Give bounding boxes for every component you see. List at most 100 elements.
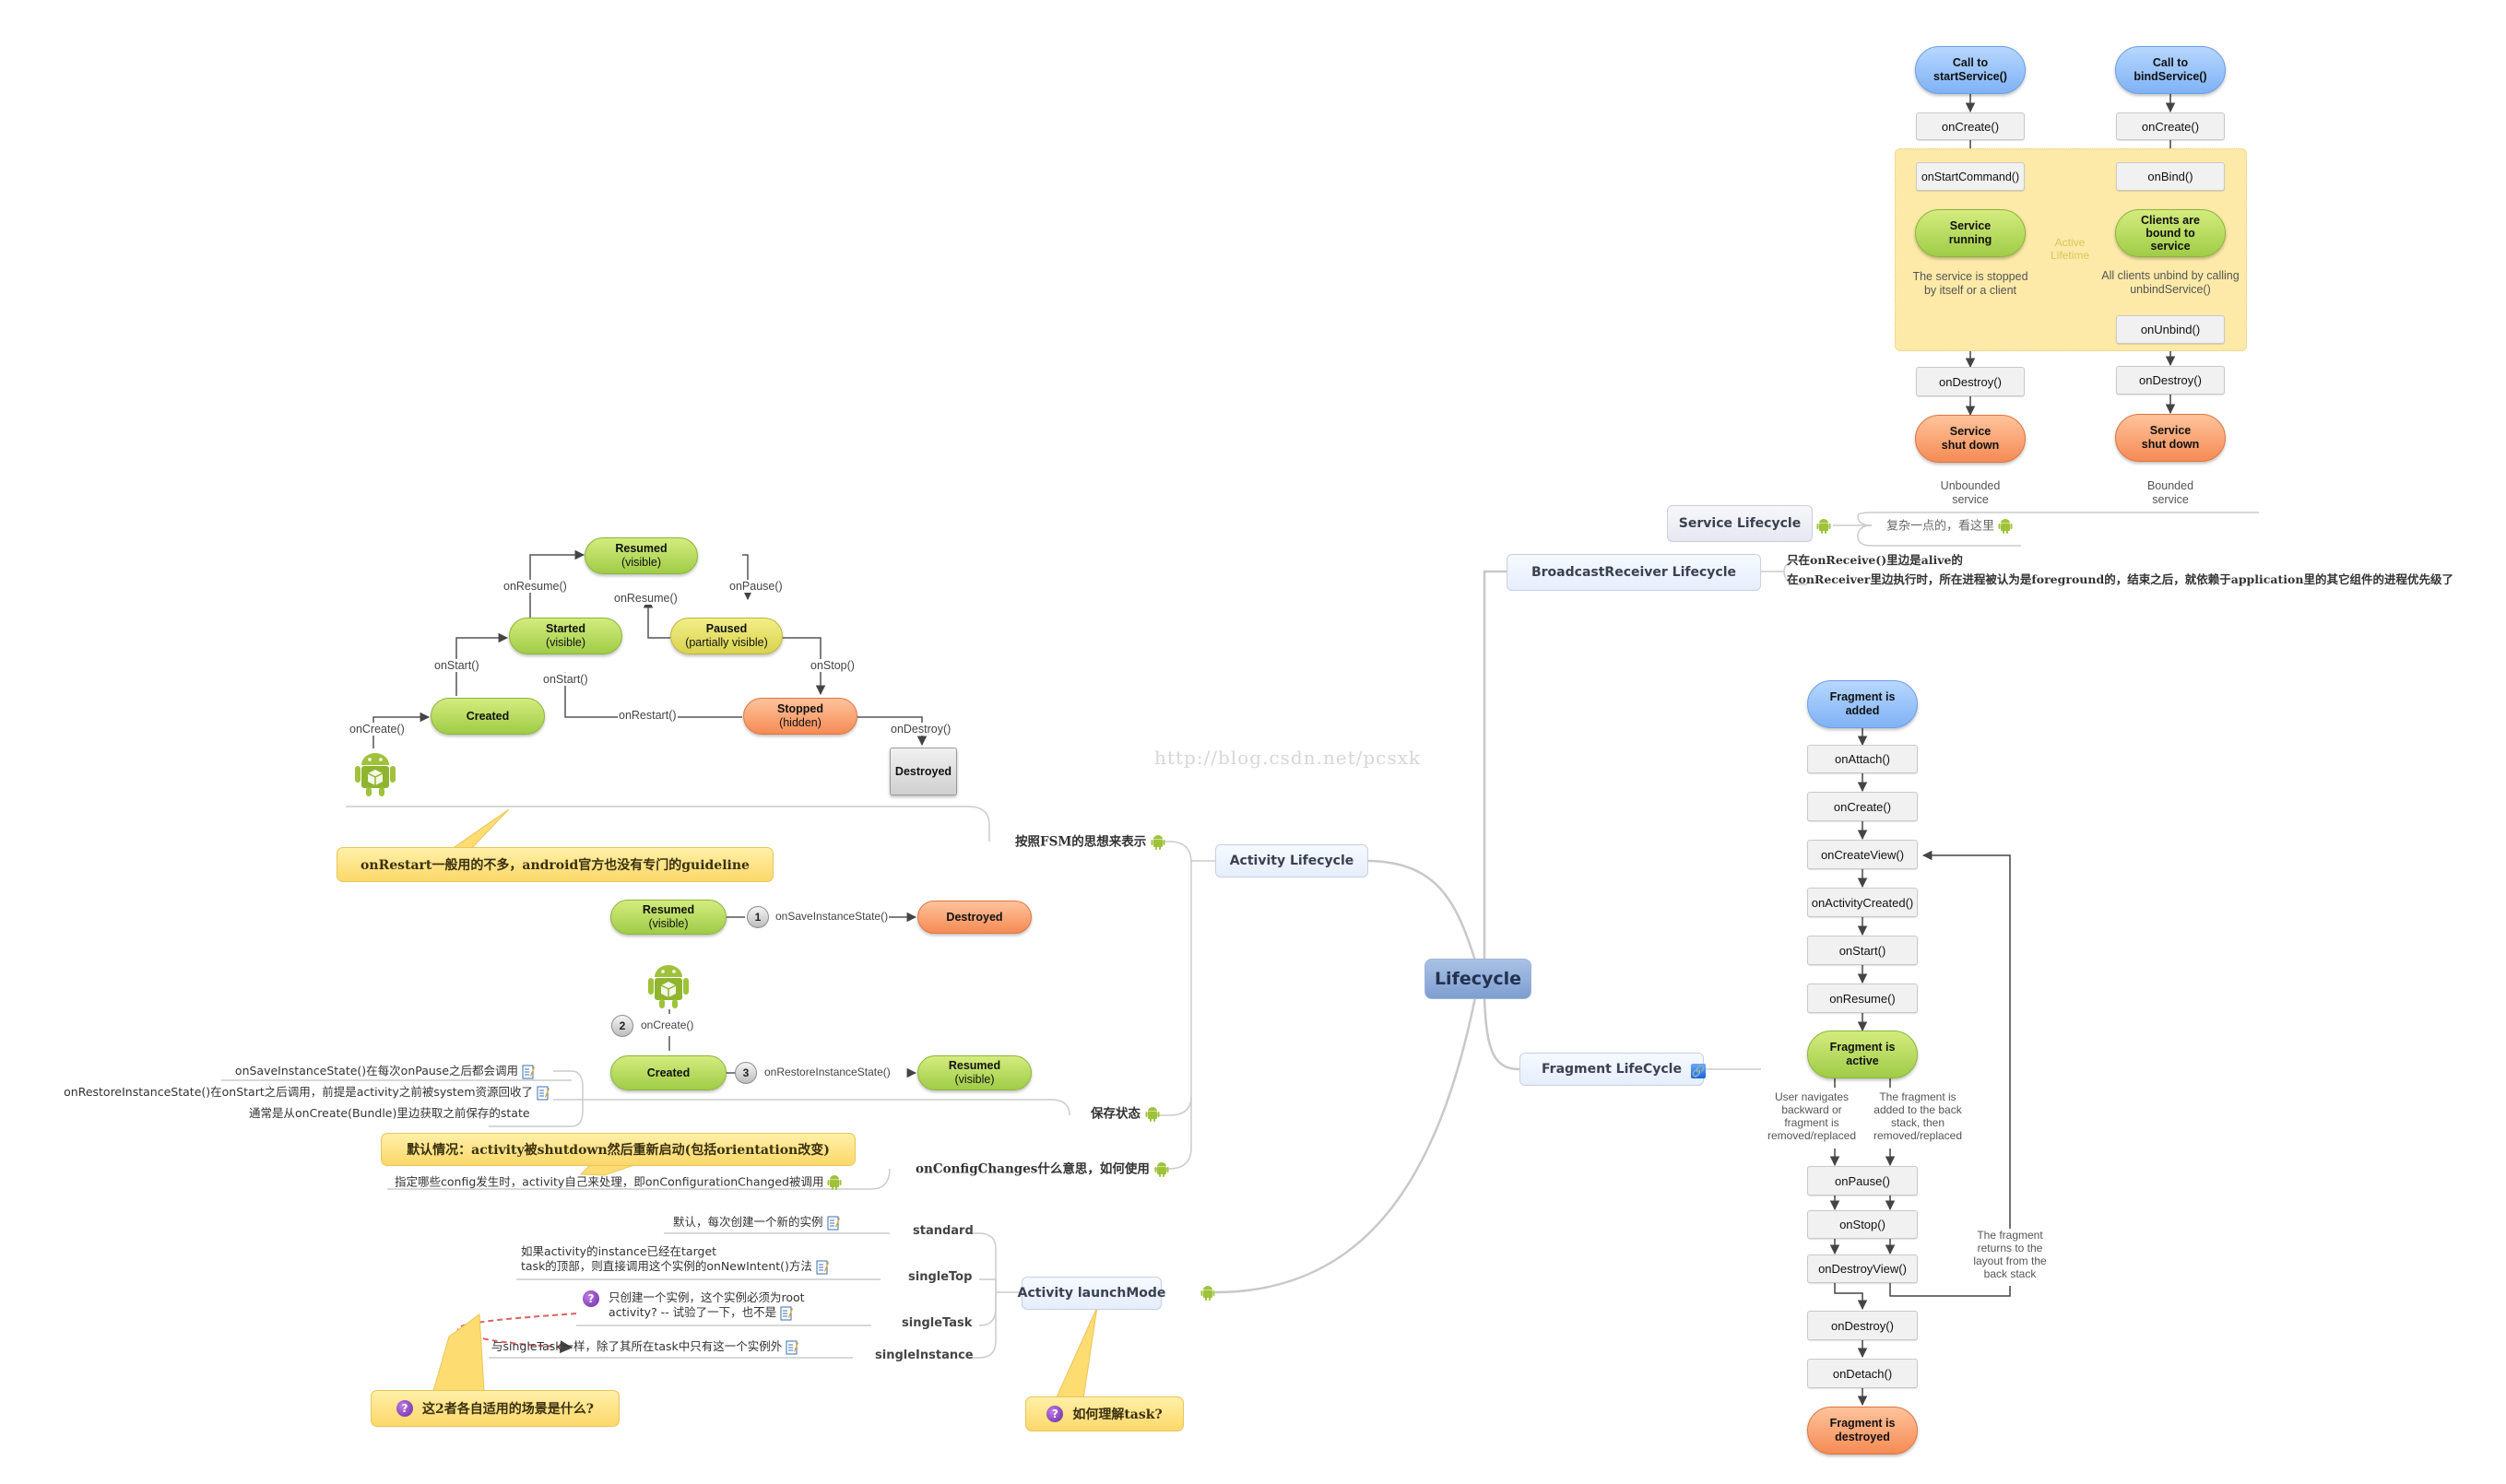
step2-label: onCreate()	[640, 1019, 695, 1031]
android-icon	[1998, 519, 2013, 534]
step1-label: onSaveInstanceState()	[774, 910, 890, 923]
branch-save-state[interactable]: 保存状态	[1091, 1106, 1160, 1123]
state-sub: (visible)	[621, 556, 662, 569]
launchmode-singletask[interactable]: singleTask	[902, 1316, 972, 1330]
note-icon[interactable]	[537, 1085, 550, 1100]
save-note-2-text: onRestoreInstanceState()在onStart之后调用，前提是…	[64, 1085, 534, 1099]
state-title: Resumed	[615, 542, 668, 555]
service-note-text: 复杂一点的，看这里	[1886, 519, 1995, 534]
note-icon[interactable]	[522, 1064, 535, 1078]
fragment-note-backstack: The fragment is added to the back stack,…	[1873, 1090, 1963, 1142]
save-note-1: onSaveInstanceState()在每次onPause之后都会调用	[231, 1064, 535, 1079]
bind-service-node: Call to bindService()	[2115, 46, 2226, 94]
state-title: Paused	[705, 622, 748, 635]
question-icon: ?	[1046, 1406, 1064, 1422]
mindmap-branches	[1214, 570, 1520, 1294]
state-title: Started	[545, 622, 586, 635]
launchmode-singleinstance[interactable]: singleInstance	[875, 1349, 974, 1362]
fragment-step-onpause: onPause()	[1807, 1166, 1918, 1195]
fragment-added-node: Fragment is added	[1807, 680, 1918, 728]
transition-onstop: onStop()	[810, 659, 856, 672]
fragment-destroyed-node: Fragment is destroyed	[1807, 1407, 1918, 1455]
question-icon: ?	[396, 1400, 414, 1417]
branch-fsm[interactable]: 按照FSM的思想来表示	[1015, 834, 1165, 851]
state-sub: (partially visible)	[685, 636, 768, 649]
service-stop-note: The service is stopped by itself or a cl…	[1912, 270, 2028, 297]
service-oncreate-box: onCreate()	[1916, 112, 2025, 140]
save-state-resumed-2: Resumed (visible)	[917, 1055, 1032, 1090]
bound-ondestroy-box: onDestroy()	[2116, 366, 2225, 395]
branch-config-changes[interactable]: onConfigChanges什么意思，如何使用	[916, 1161, 1169, 1178]
standard-note: 默认，每次创建一个新的实例	[673, 1215, 840, 1231]
transition-onrestart: onRestart()	[618, 709, 678, 722]
central-topic-lifecycle[interactable]: Lifecycle	[1424, 959, 1531, 999]
transition-onresume: onResume()	[502, 580, 568, 593]
unbounded-caption: Unbounded service	[1940, 479, 2001, 506]
fragment-step-onstart: onStart()	[1807, 936, 1918, 965]
fragment-return-note: The fragment returns to the layout from …	[1964, 1229, 2056, 1280]
save-note-3: 通常是从onCreate(Bundle)里边获取之前保存的state	[249, 1106, 530, 1120]
save-state-destroyed: Destroyed	[917, 901, 1032, 934]
note-icon[interactable]	[786, 1339, 799, 1354]
topic-fragment-lifecycle[interactable]: Fragment LifeCycle	[1519, 1053, 1704, 1086]
transition-oncreate: onCreate()	[349, 723, 406, 736]
save-state-created: Created	[610, 1055, 727, 1090]
singleinstance-note: 与singleTask一样，除了其所在task中只有这一个实例外	[491, 1339, 799, 1355]
fragment-step-ondestroyview: onDestroyView()	[1807, 1254, 1918, 1283]
state-sub: (visible)	[545, 636, 586, 649]
fragment-step-onstop: onStop()	[1807, 1210, 1918, 1239]
fragment-step-ondetach: onDetach()	[1807, 1359, 1918, 1388]
note-icon[interactable]	[780, 1305, 794, 1320]
transition-onstart-restart: onStart()	[542, 673, 589, 686]
state-destroyed: Destroyed	[890, 748, 957, 795]
broadcast-note-2: 在onReceiver里边执行时，所在进程被认为是foreground的，结束之…	[1787, 572, 2453, 586]
step3-label: onRestoreInstanceState()	[763, 1066, 892, 1078]
android-icon	[1200, 1285, 1215, 1301]
fragment-step-onactivitycreated: onActivityCreated()	[1807, 888, 1918, 917]
topic-activity-lifecycle[interactable]: Activity Lifecycle	[1215, 844, 1368, 877]
android-robot-icon	[647, 960, 690, 1013]
fragment-note-backward: User navigates backward or fragment is r…	[1767, 1090, 1857, 1142]
state-title: Resumed	[642, 903, 695, 916]
state-paused: Paused (partially visible)	[670, 618, 783, 654]
launchmode-standard[interactable]: standard	[913, 1224, 974, 1238]
transition-ondestroy: onDestroy()	[890, 723, 952, 736]
launchmode-singletop[interactable]: singleTop	[908, 1270, 972, 1284]
note-icon[interactable]	[827, 1215, 840, 1230]
singletask-note-text: 只创建一个实例，这个实例必须为root activity? -- 试验了一下，也…	[609, 1290, 805, 1319]
watermark: http://blog.csdn.net/pcsxk	[1154, 747, 1422, 769]
state-title: Stopped	[777, 702, 823, 715]
onstartcommand-box: onStartCommand()	[1916, 162, 2025, 191]
android-icon	[1816, 518, 1831, 535]
bounded-caption: Bounded service	[2146, 479, 2194, 506]
android-icon	[1145, 1107, 1160, 1122]
topic-service-lifecycle[interactable]: Service Lifecycle	[1667, 505, 1813, 542]
save-note-1-text: onSaveInstanceState()在每次onPause之后都会调用	[234, 1064, 519, 1078]
singletop-note-text: 如果activity的instance已经在target task的顶部，则直接…	[521, 1244, 812, 1273]
note-icon[interactable]	[816, 1259, 829, 1274]
bound-shutdown-node: Service shut down	[2115, 414, 2226, 462]
question-icon: ?	[583, 1290, 599, 1307]
singletop-note: 如果activity的instance已经在target task的顶部，则直接…	[521, 1244, 829, 1275]
fragment-step-oncreateview: onCreateView()	[1807, 840, 1918, 869]
android-icon	[827, 1175, 842, 1190]
start-service-node: Call to startService()	[1915, 46, 2026, 94]
callout-task: ? 如何理解task?	[1025, 1396, 1184, 1431]
state-title: Resumed	[948, 1059, 1001, 1072]
config-note-text: 指定哪些config发生时，activity自己来处理，即onConfigura…	[395, 1174, 824, 1189]
active-lifetime-label: Active Lifetime	[2050, 236, 2090, 262]
unbind-note: All clients unbind by calling unbindServ…	[2101, 269, 2240, 296]
save-note-2: onRestoreInstanceState()在onStart之后调用，前提是…	[33, 1085, 550, 1101]
fragment-step-onattach: onAttach()	[1807, 745, 1918, 773]
topic-activity-launchmode[interactable]: Activity launchMode	[1018, 1277, 1165, 1310]
transition-onresume-back: onResume()	[613, 592, 679, 605]
broadcast-note-1: 只在onReceive()里边是alive的	[1787, 553, 1963, 567]
branch-save-state-label: 保存状态	[1091, 1106, 1141, 1122]
singletask-note: 只创建一个实例，这个实例必须为root activity? -- 试验了一下，也…	[609, 1290, 805, 1321]
fragment-step-ondestroy: onDestroy()	[1807, 1311, 1918, 1340]
config-note: 指定哪些config发生时，activity自己来处理，即onConfigura…	[395, 1174, 842, 1191]
clients-bound-node: Clients are bound to service	[2115, 209, 2226, 257]
topic-broadcast-lifecycle[interactable]: BroadcastReceiver Lifecycle	[1507, 554, 1761, 591]
hyperlink-icon[interactable]: 🔗	[1691, 1064, 1706, 1078]
callout-scenarios: ? 这2者各自适用的场景是什么?	[371, 1390, 620, 1427]
